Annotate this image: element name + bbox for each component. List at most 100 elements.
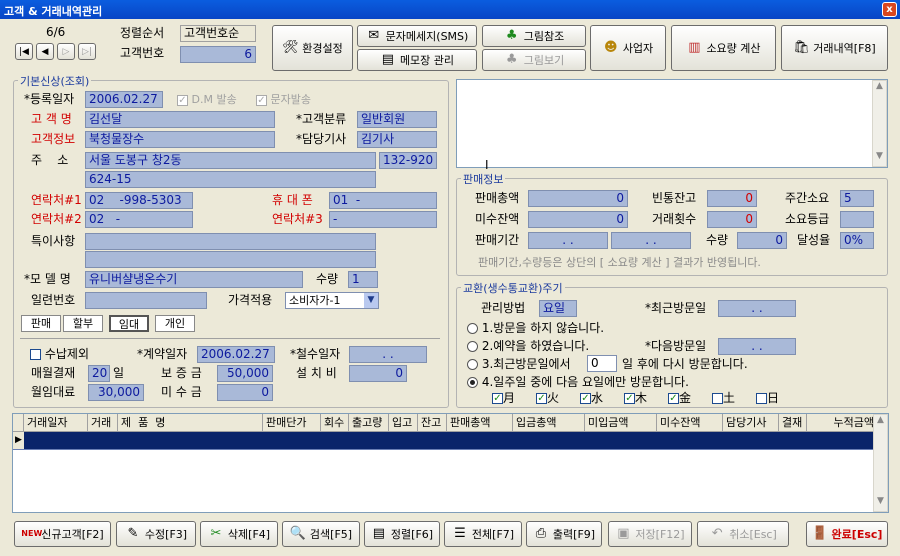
col-cumulative[interactable]: 누적금액 <box>807 414 878 432</box>
tab-installment[interactable]: 할부 <box>63 315 103 332</box>
install-label: 설 치 비 <box>296 366 337 380</box>
picture-ref-button[interactable]: ♣ 그림참조 <box>482 25 586 47</box>
rent-field[interactable]: 30,000 <box>88 384 144 401</box>
sms-button[interactable]: ✉ 문자메세지(SMS) <box>357 25 477 47</box>
opt2-radio[interactable]: 2.예약을 하였습니다. <box>467 338 589 355</box>
col-out[interactable]: 출고량 <box>349 414 389 432</box>
unpaid-field[interactable]: 0 <box>217 384 273 401</box>
serial-field[interactable] <box>85 292 207 309</box>
install-field[interactable]: 0 <box>349 365 407 382</box>
first-record-button[interactable]: |◀ <box>15 43 33 60</box>
prev-record-button[interactable]: ◀ <box>36 43 54 60</box>
all-button[interactable]: ☰ 전체[F7] <box>444 521 522 547</box>
withdraw-field[interactable]: . . <box>349 346 427 363</box>
addr2-field[interactable]: 624-15 <box>85 171 376 188</box>
zip-field[interactable]: 132-920 <box>379 152 437 169</box>
opt3-days-field[interactable]: 0 <box>587 355 617 372</box>
model-field[interactable]: 유니버샬냉온수기 <box>85 271 303 288</box>
memo-textarea[interactable]: ▲ ▼ I <box>456 79 888 172</box>
tel2-field[interactable]: 02 - <box>85 211 193 228</box>
last-visit-field[interactable]: . . <box>718 300 796 317</box>
opt4-label: 4.일주일 중에 다음 요일에만 방문합니다. <box>481 375 689 389</box>
picture-view-button[interactable]: ♣ 그림보기 <box>482 49 586 71</box>
opt3-radio[interactable]: 3.최근방문일에서 <box>467 356 571 373</box>
cancel-button[interactable]: ↶ 취소[Esc] <box>697 521 789 547</box>
sms-checkbox[interactable]: ✓ 문자발송 <box>256 91 311 108</box>
contract-field[interactable]: 2006.02.27 <box>197 346 275 363</box>
col-balance[interactable]: 미수잔액 <box>657 414 723 432</box>
next-record-button[interactable]: ▷ <box>57 43 75 60</box>
wash-checkbox[interactable]: 수납제외 <box>30 346 89 363</box>
col-deposit-total[interactable]: 입금총액 <box>513 414 585 432</box>
new-customer-button[interactable]: NEW 신규고객[F2] <box>14 521 111 547</box>
col-driver[interactable]: 담당기사 <box>723 414 779 432</box>
col-unit-price[interactable]: 판매단가 <box>263 414 321 432</box>
day-sat-checkbox[interactable]: 土 <box>712 390 735 407</box>
driver-field[interactable]: 김기사 <box>357 131 437 148</box>
next-icon: ▷ <box>62 46 70 57</box>
grid-scrollbar[interactable]: ▲ ▼ <box>873 414 888 512</box>
deposit-field[interactable]: 50,000 <box>217 365 273 382</box>
col-returns[interactable]: 회수 <box>321 414 349 432</box>
day-wed-checkbox[interactable]: ✓水 <box>580 390 603 407</box>
day-fri-checkbox[interactable]: ✓金 <box>668 390 691 407</box>
col-stock[interactable]: 잔고 <box>418 414 447 432</box>
usage-calc-button[interactable]: ▥ 소요량 계산 <box>671 25 776 71</box>
close-button[interactable]: x <box>882 2 897 17</box>
tel1-field[interactable]: 02 -998-5303 <box>85 192 193 209</box>
info-label: 고객정보 <box>31 132 76 146</box>
notes-field-1[interactable] <box>85 233 376 250</box>
done-button[interactable]: 🚪 완료[Esc] <box>806 521 888 547</box>
col-date[interactable]: 거래일자 <box>24 414 88 432</box>
reg-date-field[interactable]: 2006.02.27 <box>85 91 163 108</box>
divider <box>20 338 440 339</box>
opt4-radio[interactable]: 4.일주일 중에 다음 요일에만 방문합니다. <box>467 374 689 391</box>
notes-field-2[interactable] <box>85 251 376 268</box>
search-button[interactable]: 🔍 검색[F5] <box>282 521 360 547</box>
method-field[interactable]: 요일 <box>539 300 577 317</box>
transaction-grid[interactable]: 거래일자 거래 제 품 명 판매단가 회수 출고량 입고 잔고 판매총액 입금총… <box>12 413 889 513</box>
table-row[interactable]: ▶ <box>13 432 878 450</box>
save-label: 저장[F12] <box>635 528 685 541</box>
sort-button[interactable]: ▤ 정렬[F6] <box>364 521 440 547</box>
settings-button[interactable]: 🛠 환경설정 <box>272 25 353 71</box>
last-record-button[interactable]: ▷| <box>78 43 96 60</box>
dm-checkbox[interactable]: ✓ D.M 발송 <box>177 91 237 108</box>
sales-qty-field: 0 <box>737 232 787 249</box>
col-type[interactable]: 거래 <box>88 414 118 432</box>
opt1-radio[interactable]: 1.방문을 하지 않습니다. <box>467 320 604 337</box>
col-unpaid[interactable]: 미입금액 <box>585 414 657 432</box>
addr1-field[interactable]: 서울 도봉구 창2동 <box>85 152 376 169</box>
qty-field[interactable]: 1 <box>348 271 378 288</box>
edit-button[interactable]: ✎ 수정[F3] <box>116 521 196 547</box>
col-product[interactable]: 제 품 명 <box>118 414 263 432</box>
memo-scrollbar[interactable]: ▲ ▼ <box>872 80 887 167</box>
history-button[interactable]: 🛍 거래내역[F8] <box>781 25 888 71</box>
monthly-field[interactable]: 20 <box>88 365 110 382</box>
tab-rental[interactable]: 임대 <box>109 315 149 332</box>
info-field[interactable]: 북청물장수 <box>85 131 275 148</box>
price-select[interactable]: 소비자가-1 ▼ <box>285 292 379 309</box>
col-in[interactable]: 입고 <box>389 414 418 432</box>
day-sun-checkbox[interactable]: 日 <box>756 390 779 407</box>
sort-select[interactable]: 고객번호순 <box>180 25 256 42</box>
day-tue-checkbox[interactable]: ✓火 <box>536 390 559 407</box>
day-thu-checkbox[interactable]: ✓木 <box>624 390 647 407</box>
save-button[interactable]: ▣ 저장[F12] <box>608 521 692 547</box>
name-field[interactable]: 김선달 <box>85 111 275 128</box>
opt1-label: 1.방문을 하지 않습니다. <box>481 321 605 335</box>
next-visit-field[interactable]: . . <box>718 338 796 355</box>
class-field[interactable]: 일반회원 <box>357 111 437 128</box>
delete-button[interactable]: ✂ 삭제[F4] <box>200 521 278 547</box>
col-sales-total[interactable]: 판매총액 <box>447 414 513 432</box>
mobile-field[interactable]: 01 - <box>329 192 437 209</box>
grid-corner <box>13 414 24 432</box>
day-mon-checkbox[interactable]: ✓月 <box>492 390 515 407</box>
tel3-field[interactable]: - <box>329 211 437 228</box>
tab-personal[interactable]: 개인 <box>155 315 195 332</box>
print-button[interactable]: ⎙ 출력[F9] <box>526 521 602 547</box>
col-payment[interactable]: 결재 <box>779 414 807 432</box>
tab-sale[interactable]: 판매 <box>21 315 61 332</box>
memo-button[interactable]: ▤ 메모장 관리 <box>357 49 477 71</box>
business-button[interactable]: ☻ 사업자 <box>590 25 666 71</box>
